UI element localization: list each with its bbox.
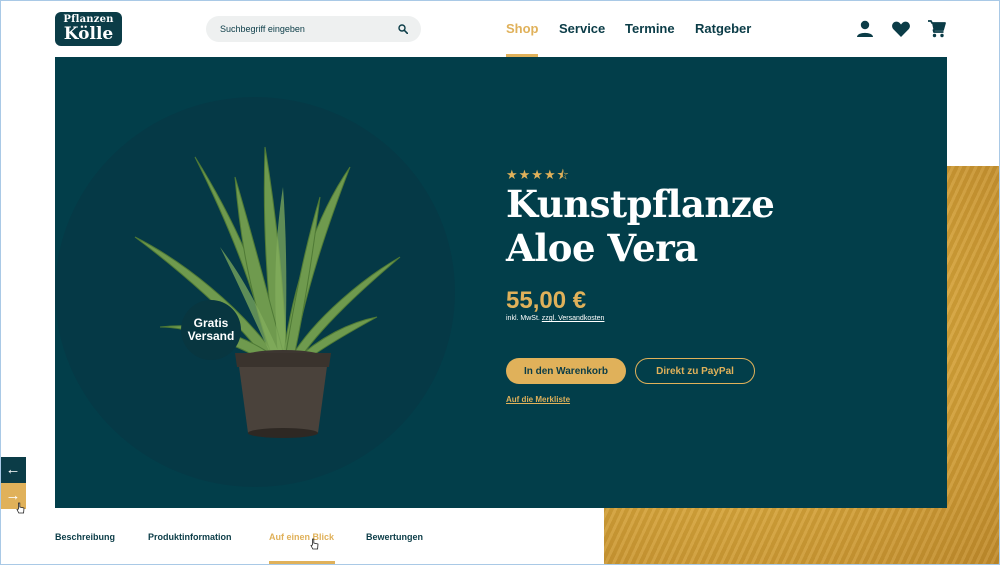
product-title-line-1: Kunstpflanze xyxy=(506,182,775,226)
add-to-wishlist-link[interactable]: Auf die Merkliste xyxy=(506,395,570,404)
logo-line-2: Kölle xyxy=(63,24,114,44)
tab-produktinformation[interactable]: Produktinformation xyxy=(148,532,232,542)
tab-active-indicator xyxy=(269,561,335,565)
product-title-line-2: Aloe Vera xyxy=(506,226,698,270)
badge-line-2: Versand xyxy=(187,329,235,343)
aloe-vera-plant-image xyxy=(134,146,401,438)
search-bar xyxy=(206,16,421,42)
search-icon[interactable] xyxy=(398,24,408,34)
free-shipping-badge: Gratis Versand xyxy=(181,300,241,360)
nav-termine[interactable]: Termine xyxy=(625,21,675,36)
shipping-costs-link[interactable]: zzgl. Versandkosten xyxy=(542,315,605,322)
account-icon[interactable] xyxy=(855,19,875,39)
hand-cursor-icon xyxy=(310,538,319,550)
search-input[interactable] xyxy=(220,16,390,42)
product-hero: Gratis Versand ★★★★⯪ Kunstpflanze Aloe V… xyxy=(55,57,947,508)
product-price: 55,00 € xyxy=(506,287,587,314)
add-to-cart-button[interactable]: In den Warenkorb xyxy=(506,358,626,384)
tab-auf-einen-blick[interactable]: Auf einen Blick xyxy=(269,532,334,542)
tab-beschreibung[interactable]: Beschreibung xyxy=(55,532,115,542)
badge-line-1: Gratis xyxy=(193,316,229,330)
product-title: Kunstpflanze Aloe Vera xyxy=(506,182,866,270)
paypal-checkout-button[interactable]: Direkt zu PayPal xyxy=(635,358,755,384)
tax-note-text: inkl. MwSt. xyxy=(506,315,540,322)
nav-shop[interactable]: Shop xyxy=(506,21,539,36)
cart-icon[interactable] xyxy=(927,19,947,39)
logo[interactable]: Pflanzen Kölle xyxy=(55,12,122,46)
tab-bewertungen[interactable]: Bewertungen xyxy=(366,532,423,542)
heart-icon[interactable] xyxy=(891,19,911,39)
hand-cursor-icon xyxy=(16,502,25,514)
arrow-left-icon[interactable]: ← xyxy=(0,457,26,483)
nav-ratgeber[interactable]: Ratgeber xyxy=(695,21,751,36)
nav-service[interactable]: Service xyxy=(559,21,605,36)
tax-note: inkl. MwSt. zzgl. Versandkosten xyxy=(506,315,604,322)
